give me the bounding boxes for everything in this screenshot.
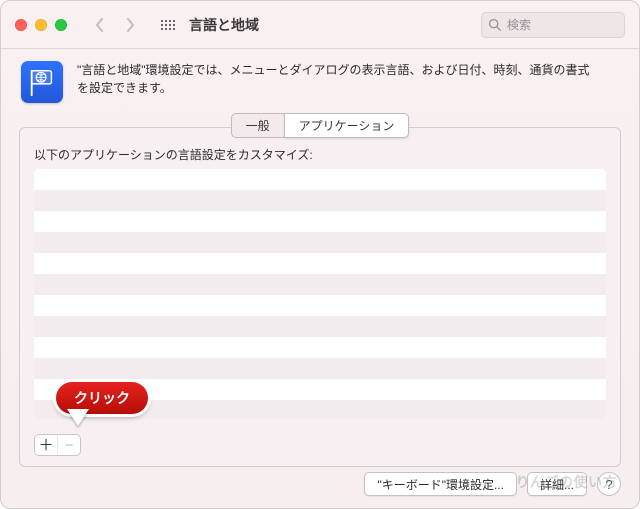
table-row [34, 211, 606, 232]
open-keyboard-prefs-button[interactable]: "キーボード"環境設定... [364, 472, 517, 496]
table-row [34, 358, 606, 379]
minimize-window-button[interactable] [35, 19, 47, 31]
language-region-icon [21, 61, 63, 103]
button-label: "キーボード"環境設定... [377, 476, 504, 493]
table-row [34, 316, 606, 337]
window-title: 言語と地域 [189, 15, 259, 35]
remove-app-button[interactable]: − [57, 435, 80, 455]
chevron-left-icon [95, 18, 105, 32]
footer-buttons: "キーボード"環境設定... 詳細... ? [364, 472, 621, 496]
table-row [34, 295, 606, 316]
minus-icon: − [65, 438, 74, 453]
advanced-button[interactable]: 詳細... [527, 472, 587, 496]
search-placeholder: 検索 [507, 16, 531, 33]
description-row: "言語と地域"環境設定では、メニューとダイアログの表示言語、および日付、時刻、通… [1, 49, 639, 107]
titlebar: 言語と地域 検索 [1, 1, 639, 49]
help-icon: ? [605, 477, 612, 492]
add-remove-control: ＋ − [34, 434, 81, 456]
search-icon [488, 18, 501, 31]
nav-controls [91, 16, 175, 34]
help-button[interactable]: ? [597, 472, 621, 496]
add-app-button[interactable]: ＋ [35, 435, 57, 455]
table-row [34, 274, 606, 295]
nav-back-button[interactable] [91, 16, 109, 34]
tab-applications[interactable]: アプリケーション [284, 113, 410, 138]
table-row [34, 337, 606, 358]
table-row [34, 169, 606, 190]
chevron-right-icon [125, 18, 135, 32]
search-field[interactable]: 検索 [481, 12, 625, 38]
table-row [34, 379, 606, 400]
table-row [34, 190, 606, 211]
panel-label: 以下のアプリケーションの言語設定をカスタマイズ: [34, 146, 606, 163]
table-row [34, 253, 606, 274]
zoom-window-button[interactable] [55, 19, 67, 31]
applications-panel: 以下のアプリケーションの言語設定をカスタマイズ: ＋ − [19, 127, 621, 467]
description-text: "言語と地域"環境設定では、メニューとダイアログの表示言語、および日付、時刻、通… [77, 61, 597, 97]
button-label: 詳細... [540, 476, 574, 493]
table-row [34, 232, 606, 253]
nav-forward-button[interactable] [121, 16, 139, 34]
plus-icon: ＋ [38, 438, 53, 453]
app-language-table[interactable] [34, 169, 606, 419]
show-all-prefs-button[interactable] [161, 20, 175, 30]
close-window-button[interactable] [15, 19, 27, 31]
table-row [34, 400, 606, 419]
tab-bar: 一般 アプリケーション [1, 113, 639, 138]
globe-flag-icon [27, 67, 57, 97]
tab-general[interactable]: 一般 [231, 113, 284, 138]
prefs-window: 言語と地域 検索 "言語と地域"環境設定では、メニューとダイアログの表示言語、お… [0, 0, 640, 509]
traffic-lights [15, 19, 67, 31]
